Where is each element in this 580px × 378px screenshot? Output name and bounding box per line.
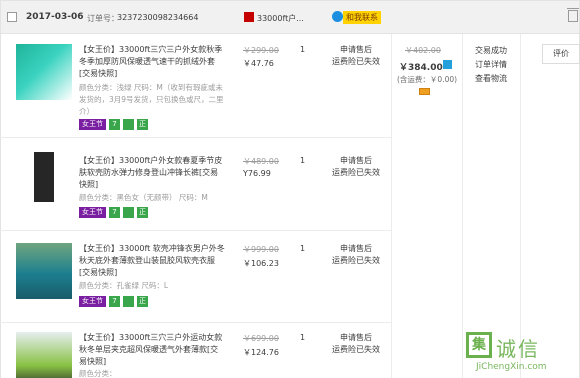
trash-icon[interactable] — [567, 8, 579, 22]
column-divider — [462, 34, 463, 378]
product-sku: 颜色分类：黑色女（无颜带） 尺码：M — [79, 193, 208, 202]
column-divider — [391, 34, 392, 378]
product-title-link[interactable]: 【女王价】33000ft户外女款春夏季节皮肤软壳防水弹力修身登山冲锋长裤[交易快… — [79, 155, 225, 191]
original-price: ￥999.00 — [243, 245, 279, 254]
original-total: ￥402.00 — [405, 46, 441, 55]
order-item: 【女王价】33000ft三穴三户外运动女款秋冬单层夹克超风保暖透气外套薄款[交易… — [0, 323, 391, 378]
order-total: ￥384.00 — [399, 63, 443, 73]
authentic-badge[interactable]: 正 — [137, 119, 148, 130]
credit-card-icon — [419, 88, 430, 95]
after-sale-link[interactable]: 申请售后 运费险已失效 — [327, 332, 385, 356]
unit-price: ￥124.76 — [243, 348, 279, 357]
wangwang-icon[interactable] — [332, 11, 343, 22]
unit-price: ￥47.76 — [243, 59, 274, 68]
quantity: 1 — [300, 244, 306, 253]
watermark-text: 诚信 — [496, 337, 540, 361]
freight-insurance-status: 运费险已失效 — [332, 256, 380, 265]
authentic-badge[interactable]: 正 — [137, 207, 148, 218]
insurance-shield-icon[interactable] — [123, 296, 134, 307]
column-divider — [520, 34, 521, 378]
service-badges: 女王节 7 正 — [79, 207, 151, 219]
quantity: 1 — [300, 333, 306, 342]
festival-badge[interactable]: 女王节 — [79, 296, 106, 307]
product-title-link[interactable]: 【女王价】33000ft 软壳冲锋衣男户外冬秋天底外套薄款登山装鼠胶风软壳衣服[… — [79, 243, 225, 279]
product-title-link[interactable]: 【女王价】33000ft三穴三户外女款秋季冬季加厚防风保暖透气速干的抓绒外套[交… — [79, 44, 225, 80]
original-price: ￥699.00 — [243, 334, 279, 343]
unit-price: ￥106.23 — [243, 259, 279, 268]
select-order-checkbox[interactable] — [7, 12, 17, 22]
order-item: 【女王价】33000ft户外女款春夏季节皮肤软壳防水弹力修身登山冲锋长裤[交易快… — [0, 138, 391, 231]
festival-badge[interactable]: 女王节 — [79, 207, 106, 218]
seven-day-return-badge[interactable]: 7 — [109, 119, 120, 130]
apply-after-sale-link[interactable]: 申请售后 — [327, 44, 385, 56]
order-date: 2017-03-06 — [26, 12, 84, 22]
order-status: 交易成功 订单详情 查看物流 — [471, 44, 511, 86]
after-sale-link[interactable]: 申请售后 运费险已失效 — [327, 155, 385, 179]
order-item: 【女王价】33000ft 软壳冲锋衣男户外冬秋天底外套薄款登山装鼠胶风软壳衣服[… — [0, 231, 391, 323]
festival-badge[interactable]: 女王节 — [79, 119, 106, 130]
original-price: ￥489.00 — [243, 157, 279, 166]
unit-price: Y76.99 — [243, 169, 271, 178]
product-pants-shape — [34, 152, 54, 202]
apply-after-sale-link[interactable]: 申请售后 — [327, 243, 385, 255]
after-sale-link[interactable]: 申请售后 运费险已失效 — [327, 44, 385, 68]
product-sku: 颜色分类：孔雀绿 尺码：L — [79, 281, 169, 290]
freight-insurance-status: 运费险已失效 — [332, 57, 380, 66]
mobile-order-icon — [443, 60, 452, 69]
apply-after-sale-link[interactable]: 申请售后 — [327, 332, 385, 344]
service-badges: 女王节 7 正 — [79, 296, 151, 308]
after-sale-link[interactable]: 申请售后 运费险已失效 — [327, 243, 385, 267]
shop-name-link[interactable]: 33000ft户... — [257, 13, 307, 24]
order-number: 3237230098234664 — [117, 13, 199, 22]
view-logistics-link[interactable]: 查看物流 — [471, 72, 511, 86]
product-image[interactable] — [16, 148, 72, 204]
service-badges: 女王节 7 正 — [79, 119, 151, 131]
shipping-fee: (含运费：￥0.00) — [397, 75, 458, 84]
watermark-url: JiChengXin.com — [476, 362, 547, 372]
order-item: 【女王价】33000ft三穴三户外女款秋季冬季加厚防风保暖透气速干的抓绒外套[交… — [0, 34, 391, 138]
watermark-logo: 集 — [466, 332, 492, 358]
quantity: 1 — [300, 156, 306, 165]
authentic-badge[interactable]: 正 — [137, 296, 148, 307]
insurance-shield-icon[interactable] — [123, 207, 134, 218]
evaluate-button[interactable]: 评价 — [542, 44, 580, 64]
product-image[interactable] — [16, 44, 72, 100]
order-header: 2017-03-06 订单号： 3237230098234664 33000ft… — [0, 0, 580, 34]
seven-day-return-badge[interactable]: 7 — [109, 207, 120, 218]
insurance-shield-icon[interactable] — [123, 119, 134, 130]
freight-insurance-status: 运费险已失效 — [332, 345, 380, 354]
contact-seller-button[interactable]: 和我联系 — [343, 11, 381, 24]
tmall-shop-icon — [244, 12, 254, 22]
order-number-label: 订单号： — [87, 14, 119, 23]
seven-day-return-badge[interactable]: 7 — [109, 296, 120, 307]
product-image[interactable] — [16, 243, 72, 299]
product-sku: 颜色分类： — [79, 369, 117, 378]
product-sku: 颜色分类：浅绿 尺码：M（收到有瑕疵或未发货的，3月9号发货，只包换色或尺，二里… — [79, 83, 224, 116]
apply-after-sale-link[interactable]: 申请售后 — [327, 155, 385, 167]
order-detail-link[interactable]: 订单详情 — [471, 58, 511, 72]
product-image[interactable] — [16, 332, 72, 378]
original-price: ￥299.00 — [243, 46, 279, 55]
trade-status: 交易成功 — [475, 46, 507, 55]
quantity: 1 — [300, 45, 306, 54]
freight-insurance-status: 运费险已失效 — [332, 168, 380, 177]
product-title-link[interactable]: 【女王价】33000ft三穴三户外运动女款秋冬单层夹克超风保暖透气外套薄款[交易… — [79, 332, 225, 368]
